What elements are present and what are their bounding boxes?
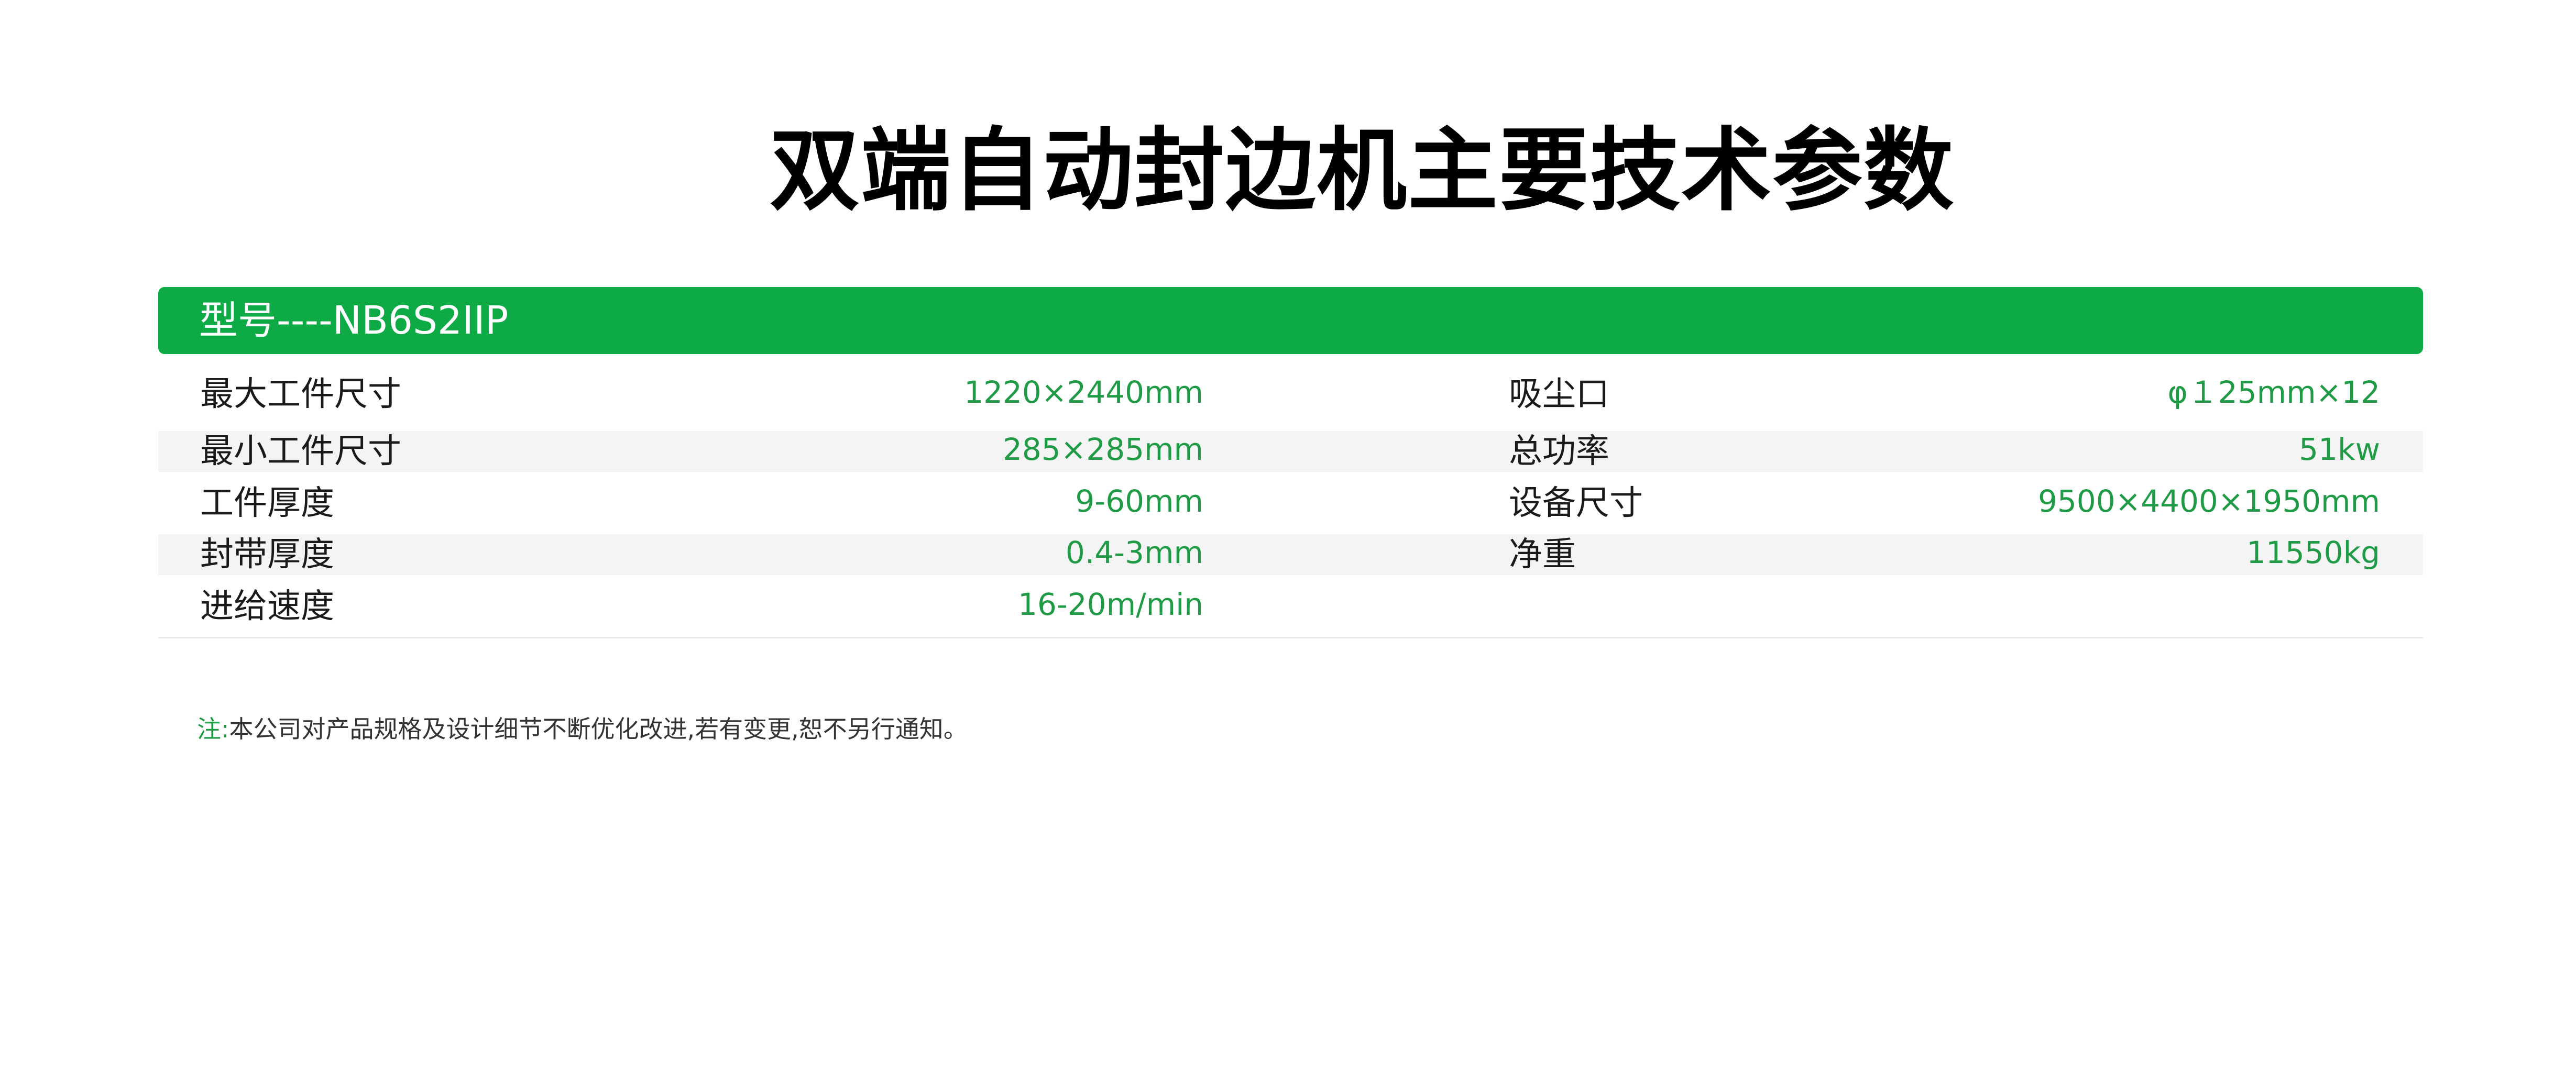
spec-value: φ１25mm×12 bbox=[2167, 374, 2380, 410]
page-title: 双端自动封边机主要技术参数 bbox=[770, 118, 1955, 223]
spec-row: 最小工件尺寸 285×285mm 总功率 51kw bbox=[158, 431, 2423, 472]
model-header-bar: 型号----NB6S2IIP bbox=[158, 287, 2423, 354]
spec-value: 11550kg bbox=[2246, 535, 2380, 570]
spec-label: 最大工件尺寸 bbox=[200, 375, 401, 414]
spec-label: 工件厚度 bbox=[200, 484, 334, 523]
spec-label: 净重 bbox=[1509, 535, 1576, 574]
spec-value: 51kw bbox=[2299, 432, 2380, 467]
spec-value: 1220×2440mm bbox=[964, 374, 1203, 410]
spec-row: 最大工件尺寸 1220×2440mm 吸尘口 φ１25mm×12 bbox=[158, 374, 2423, 415]
spec-row: 进给速度 16-20m/min bbox=[158, 586, 2423, 627]
spec-value: 285×285mm bbox=[1002, 432, 1203, 467]
footnote: 注:本公司对产品规格及设计细节不断优化改进,若有变更,恕不另行通知。 bbox=[197, 713, 968, 745]
spec-label: 最小工件尺寸 bbox=[200, 432, 401, 471]
spec-value: 16-20m/min bbox=[1018, 587, 1203, 622]
spec-label: 设备尺寸 bbox=[1509, 484, 1643, 523]
spec-label: 吸尘口 bbox=[1509, 375, 1609, 414]
spec-value: 9-60mm bbox=[1075, 483, 1203, 519]
model-label: 型号----NB6S2IIP bbox=[199, 298, 509, 343]
spec-value: 9500×4400×1950mm bbox=[2037, 483, 2380, 519]
spec-row: 封带厚度 0.4-3mm 净重 11550kg bbox=[158, 534, 2423, 575]
table-bottom-divider bbox=[158, 637, 2423, 638]
spec-label: 封带厚度 bbox=[200, 535, 334, 574]
footnote-mark: 注: bbox=[197, 715, 229, 743]
spec-label: 进给速度 bbox=[200, 587, 334, 626]
spec-value: 0.4-3mm bbox=[1065, 535, 1203, 570]
footnote-text: 本公司对产品规格及设计细节不断优化改进,若有变更,恕不另行通知。 bbox=[229, 715, 968, 743]
spec-row: 工件厚度 9-60mm 设备尺寸 9500×4400×1950mm bbox=[158, 483, 2423, 524]
spec-label: 总功率 bbox=[1509, 432, 1609, 471]
